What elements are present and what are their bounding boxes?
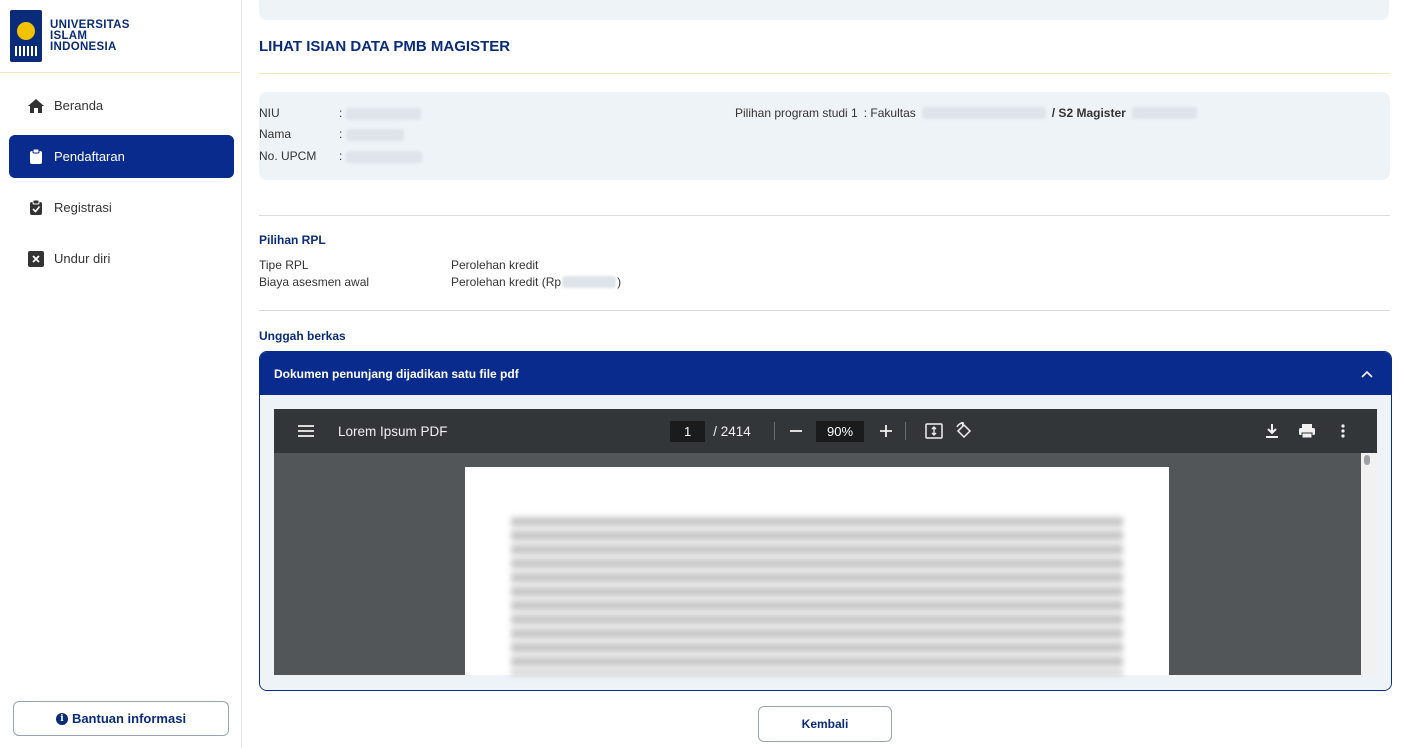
name-label: Nama bbox=[259, 127, 292, 141]
uii-emblem-icon bbox=[10, 10, 42, 62]
pdf-scrollbar-thumb[interactable] bbox=[1364, 455, 1370, 465]
rpl-fee-value-prefix: Perolehan kredit (Rp bbox=[451, 275, 562, 289]
document-accordion: Dokumen penunjang dijadikan satu file pd… bbox=[259, 351, 1392, 691]
sidebar-item-label: Pendaftaran bbox=[54, 149, 125, 164]
faculty-value-redacted bbox=[921, 107, 1046, 119]
rpl-type-row: Tipe RPL Perolehan kredit bbox=[259, 258, 538, 272]
zoom-level[interactable]: 90% bbox=[816, 409, 865, 453]
program-prefix: : Fakultas bbox=[863, 106, 916, 120]
pdf-page-content-blurred bbox=[511, 517, 1123, 675]
section-divider bbox=[259, 215, 1390, 216]
zoom-out-icon[interactable] bbox=[789, 409, 803, 453]
menu-icon[interactable] bbox=[298, 409, 314, 453]
zoom-value: 90% bbox=[816, 420, 865, 442]
name-colon: : bbox=[339, 127, 343, 141]
section-divider bbox=[259, 310, 1390, 311]
rpl-fee-value-redacted bbox=[562, 276, 617, 288]
upcm-colon: : bbox=[339, 149, 343, 163]
title-divider bbox=[259, 73, 1390, 74]
rpl-fee-row: Biaya asesmen awal Perolehan kredit (Rp … bbox=[259, 275, 621, 289]
sidebar-item-undur-diri[interactable]: Undur diri bbox=[9, 237, 234, 280]
rpl-section-title: Pilihan RPL bbox=[259, 233, 326, 247]
pdf-scrollbar[interactable] bbox=[1361, 453, 1377, 675]
program-label: Pilihan program studi 1 bbox=[735, 106, 858, 120]
print-icon[interactable] bbox=[1298, 409, 1316, 453]
niu-colon: : bbox=[339, 106, 343, 120]
program-suffix: / S2 Magister bbox=[1051, 106, 1126, 120]
pdf-viewer[interactable]: Lorem Ipsum PDF 1 / 2414 90% bbox=[274, 409, 1377, 675]
pdf-toolbar: Lorem Ipsum PDF 1 / 2414 90% bbox=[274, 409, 1377, 453]
top-banner-strip bbox=[259, 0, 1389, 20]
niu-label: NIU bbox=[259, 106, 280, 120]
more-options-icon[interactable] bbox=[1341, 409, 1345, 453]
sidebar-item-label: Registrasi bbox=[54, 200, 112, 215]
fit-page-icon[interactable] bbox=[925, 409, 943, 453]
upload-section-title: Unggah berkas bbox=[259, 329, 346, 343]
logo-text: UNIVERSITAS ISLAM INDONESIA bbox=[50, 19, 130, 53]
logo-divider bbox=[0, 72, 240, 73]
rpl-fee-value-suffix: ) bbox=[617, 275, 622, 289]
upcm-label: No. UPCM bbox=[259, 149, 317, 163]
sidebar-nav: Beranda Pendaftaran Registrasi Undur dir… bbox=[9, 84, 234, 288]
sidebar-item-label: Undur diri bbox=[54, 251, 111, 266]
sidebar: UNIVERSITAS ISLAM INDONESIA Beranda Pend… bbox=[0, 0, 242, 748]
close-square-icon bbox=[27, 250, 45, 268]
page-number-input[interactable]: 1 bbox=[670, 420, 706, 442]
download-icon[interactable] bbox=[1265, 409, 1279, 453]
sidebar-item-beranda[interactable]: Beranda bbox=[9, 84, 234, 127]
help-button-label: Bantuan informasi bbox=[71, 711, 187, 726]
upcm-value-redacted bbox=[346, 151, 422, 163]
info-icon: i bbox=[55, 712, 68, 725]
clipboard-icon bbox=[27, 148, 45, 166]
applicant-info-panel: NIU : Nama : No. UPCM : Pilihan program … bbox=[259, 92, 1390, 180]
accordion-header[interactable]: Dokumen penunjang dijadikan satu file pd… bbox=[260, 352, 1391, 395]
rotate-icon[interactable] bbox=[955, 409, 973, 453]
home-icon bbox=[27, 97, 45, 115]
niu-value-redacted bbox=[346, 108, 421, 120]
toolbar-separator bbox=[905, 409, 906, 453]
accordion-body: Lorem Ipsum PDF 1 / 2414 90% bbox=[260, 395, 1391, 690]
sidebar-item-label: Beranda bbox=[54, 98, 104, 113]
university-logo[interactable]: UNIVERSITAS ISLAM INDONESIA bbox=[10, 10, 130, 62]
pdf-page bbox=[465, 467, 1169, 675]
program-value-redacted bbox=[1131, 107, 1197, 119]
name-value-redacted bbox=[346, 129, 404, 141]
rpl-fee-label: Biaya asesmen awal bbox=[259, 275, 370, 289]
sidebar-item-pendaftaran[interactable]: Pendaftaran bbox=[9, 135, 234, 178]
toolbar-separator bbox=[774, 409, 775, 453]
page-total: / 2414 bbox=[713, 423, 751, 439]
chevron-up-icon[interactable] bbox=[1361, 367, 1373, 381]
clipboard-check-icon bbox=[27, 199, 45, 217]
rpl-type-value: Perolehan kredit bbox=[451, 258, 539, 272]
rpl-type-label: Tipe RPL bbox=[259, 258, 309, 272]
pdf-file-title: Lorem Ipsum PDF bbox=[338, 423, 448, 439]
page-indicator: 1 / 2414 bbox=[670, 409, 751, 453]
help-button[interactable]: i Bantuan informasi bbox=[13, 701, 229, 736]
page-title: LIHAT ISIAN DATA PMB MAGISTER bbox=[259, 38, 511, 55]
sidebar-item-registrasi[interactable]: Registrasi bbox=[9, 186, 234, 229]
logo-line-3: INDONESIA bbox=[50, 41, 117, 53]
back-button[interactable]: Kembali bbox=[758, 706, 892, 742]
program-choice-row: Pilihan program studi 1 : Fakultas / S2 … bbox=[735, 106, 1197, 120]
accordion-title: Dokumen penunjang dijadikan satu file pd… bbox=[274, 366, 519, 381]
zoom-in-icon[interactable] bbox=[879, 409, 893, 453]
